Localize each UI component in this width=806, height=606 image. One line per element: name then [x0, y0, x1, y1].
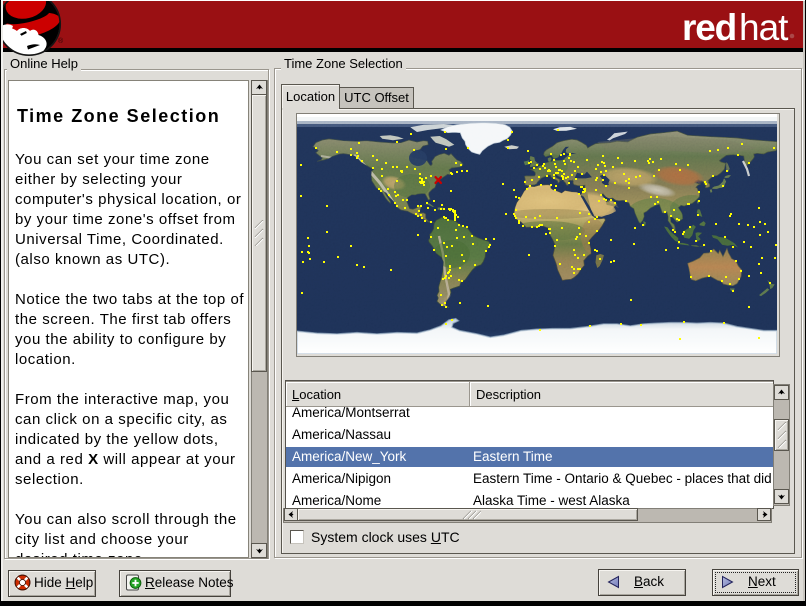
- svg-text:®: ®: [58, 37, 64, 45]
- svg-text:red: red: [682, 7, 736, 48]
- svg-text:hat: hat: [739, 7, 789, 48]
